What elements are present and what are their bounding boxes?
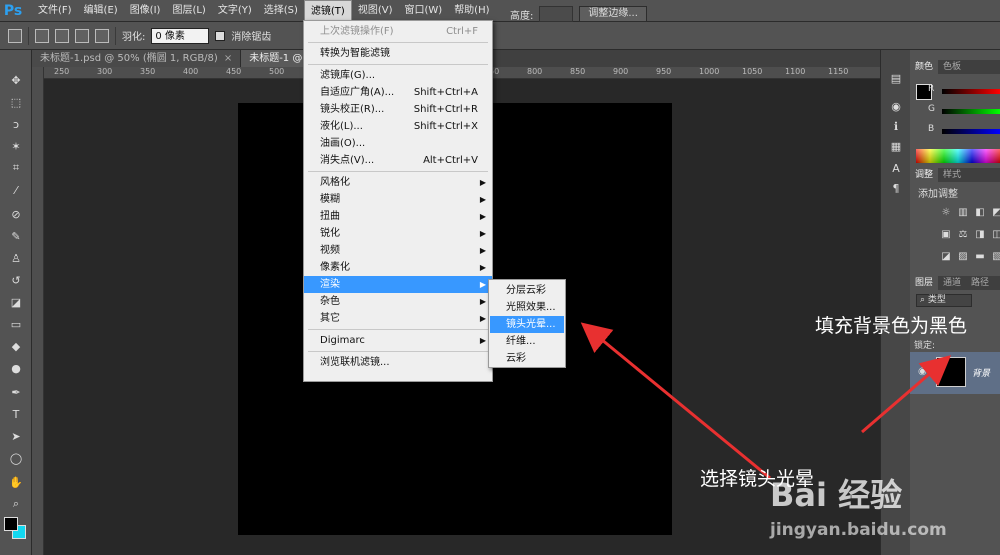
- watermark-brand: Bai 经验: [770, 476, 903, 514]
- watermark-url: jingyan.baidu.com: [770, 520, 947, 540]
- arrow-to-flare: [580, 322, 771, 480]
- arrow-to-layer: [861, 355, 952, 434]
- baidu-watermark: Bai 经验 jingyan.baidu.com: [770, 440, 995, 550]
- annotation-fill-bg: 填充背景色为黑色: [815, 315, 968, 337]
